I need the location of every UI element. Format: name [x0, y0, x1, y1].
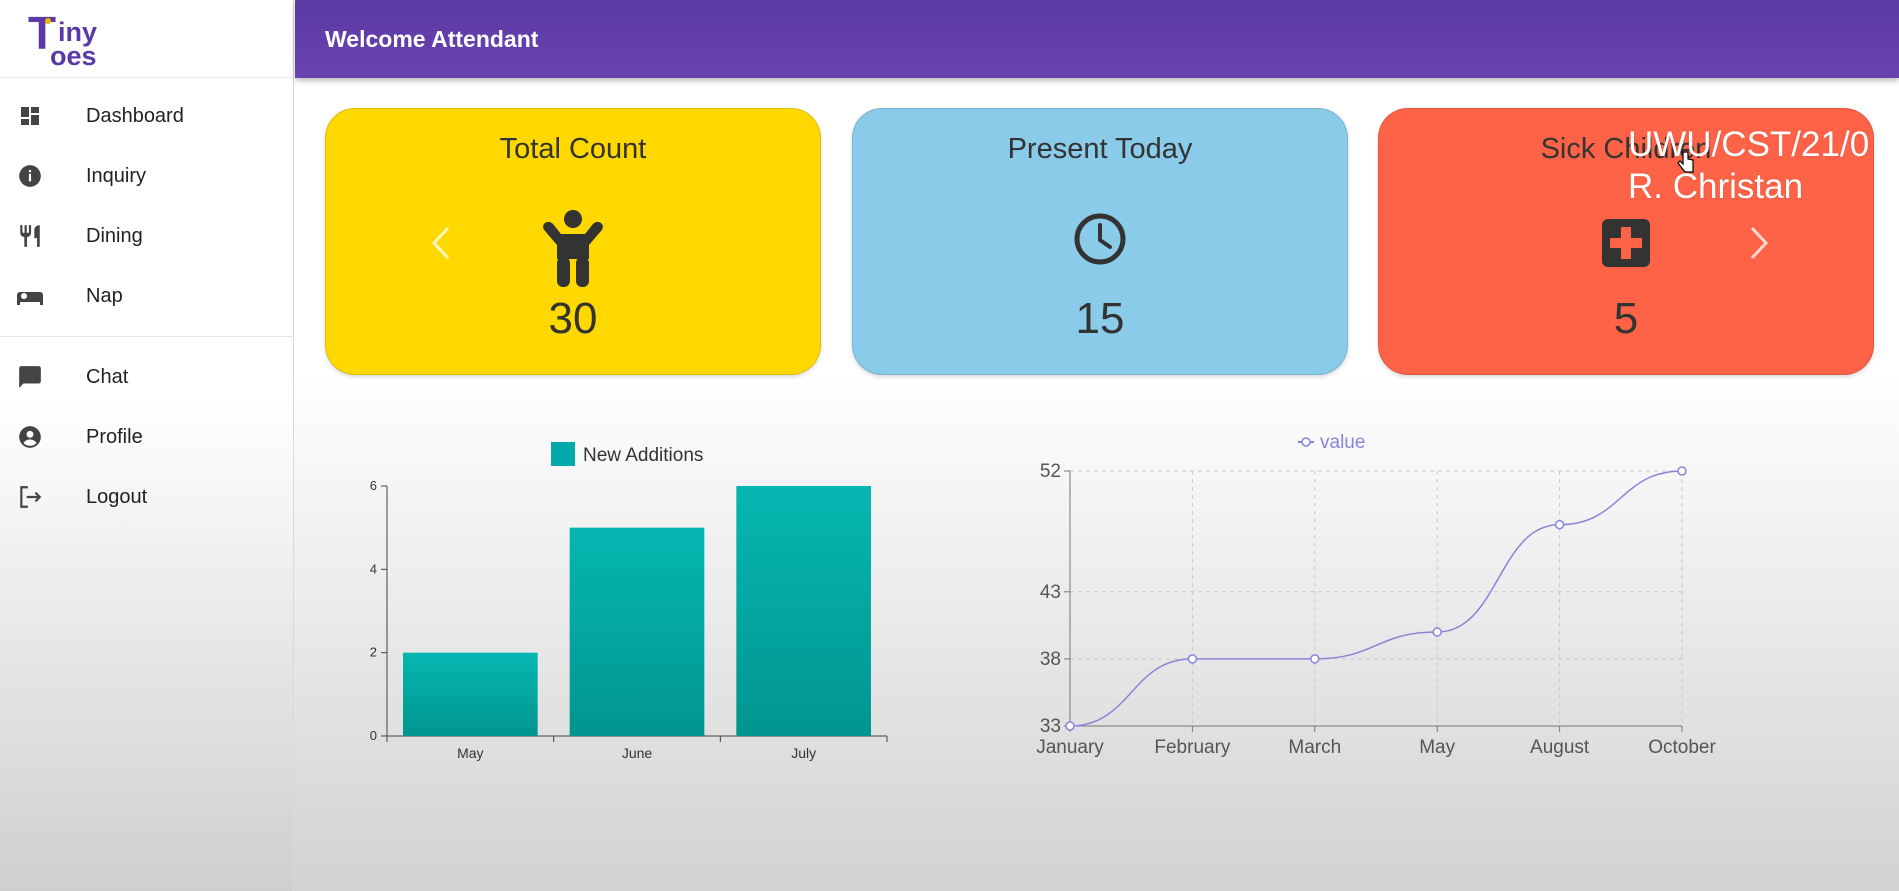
legend-label: New Additions — [583, 445, 703, 466]
student-id-overlay: UWU/CST/21/0 R. Christan — [1628, 124, 1869, 208]
y-tick-label: 38 — [1040, 649, 1061, 670]
card-title: Present Today — [1007, 133, 1193, 165]
x-tick-label: October — [1648, 737, 1716, 758]
y-tick-label: 43 — [1040, 582, 1061, 603]
y-tick-label: 0 — [370, 728, 377, 743]
y-tick-label: 33 — [1040, 716, 1061, 737]
x-tick-label: March — [1288, 737, 1341, 758]
y-tick-label: 52 — [1040, 461, 1061, 482]
child-icon — [541, 209, 605, 294]
logo[interactable]: T iny oes — [0, 0, 293, 78]
x-tick-label: August — [1530, 737, 1590, 758]
carousel-next-button[interactable] — [1748, 225, 1770, 266]
point-january[interactable] — [1065, 721, 1075, 731]
x-tick-label: June — [622, 745, 653, 761]
chevron-left-icon — [431, 226, 450, 260]
legend-label: value — [1320, 432, 1365, 453]
value-line-chart: value 33 38 43 52 January February March May Aug… — [1036, 432, 1716, 758]
sidebar-item-nap[interactable]: Nap — [0, 266, 293, 326]
page-title: Welcome Attendant — [325, 25, 539, 52]
x-tick-label: February — [1154, 737, 1231, 758]
svg-text:oes: oes — [50, 41, 97, 67]
sidebar-item-dashboard[interactable]: Dashboard — [0, 86, 293, 146]
tiny-toes-logo: T iny oes — [28, 11, 97, 67]
card-title: Total Count — [499, 133, 647, 165]
bar-june[interactable] — [569, 527, 705, 736]
clock-icon — [1073, 212, 1127, 271]
sidebar-item-label: Profile — [86, 425, 143, 448]
logout-icon — [16, 483, 44, 511]
overlay-line1: UWU/CST/21/0 — [1628, 125, 1870, 164]
nav-secondary: Chat Profile Logout — [0, 337, 293, 527]
y-tick-label: 2 — [370, 645, 377, 660]
sidebar-item-logout[interactable]: Logout — [0, 467, 293, 527]
legend-swatch — [551, 442, 575, 466]
total-count-card: Total Count 30 — [325, 108, 821, 375]
sidebar-item-label: Chat — [86, 365, 129, 388]
dashboard-icon — [16, 102, 44, 130]
point-august[interactable] — [1554, 519, 1565, 530]
sidebar-item-label: Inquiry — [86, 164, 147, 187]
sidebar-item-dining[interactable]: Dining — [0, 206, 293, 266]
x-tick-label: May — [1419, 737, 1455, 758]
chevron-right-icon — [1750, 226, 1769, 260]
nav-main: Dashboard Inquiry Dining Nap — [0, 78, 293, 337]
y-tick-label: 6 — [370, 478, 377, 493]
card-value: 5 — [1613, 294, 1639, 343]
card-value: 30 — [548, 294, 598, 343]
info-icon — [16, 162, 44, 190]
present-today-card: Present Today 15 — [852, 108, 1348, 375]
sidebar-item-label: Dining — [86, 224, 143, 247]
app-header: Welcome Attendant — [295, 0, 1899, 78]
x-tick-label: January — [1036, 737, 1104, 758]
sidebar-item-label: Logout — [86, 485, 148, 508]
point-february[interactable] — [1187, 654, 1198, 664]
medical-cross-icon — [1602, 219, 1650, 272]
bar-july[interactable] — [736, 486, 871, 736]
x-tick-label: July — [791, 745, 816, 761]
sidebar-item-label: Dashboard — [86, 104, 184, 127]
sidebar-item-label: Nap — [86, 284, 123, 307]
bed-icon — [16, 282, 44, 310]
fork-knife-icon — [16, 222, 44, 250]
account-circle-icon — [16, 423, 44, 451]
carousel-prev-button[interactable] — [430, 225, 452, 266]
sidebar-item-profile[interactable]: Profile — [0, 407, 293, 467]
card-value: 15 — [1075, 294, 1125, 343]
chat-icon — [16, 363, 44, 391]
point-may[interactable] — [1432, 627, 1442, 637]
new-additions-bar-chart: New Additions 0 2 4 6 May June July — [370, 442, 888, 761]
point-october[interactable] — [1677, 466, 1687, 476]
legend-marker — [1301, 437, 1311, 447]
y-tick-label: 4 — [370, 561, 377, 576]
overlay-line2: R. Christan — [1628, 167, 1804, 206]
hand-cursor-icon — [1677, 150, 1695, 179]
x-tick-label: May — [457, 745, 483, 761]
sidebar-item-inquiry[interactable]: Inquiry — [0, 146, 293, 206]
bar-may[interactable] — [403, 652, 538, 736]
sidebar: T iny oes Dashboard Inquiry Dining Nap C… — [0, 0, 294, 891]
point-march[interactable] — [1310, 654, 1320, 664]
series-line-value — [1069, 470, 1683, 727]
sidebar-item-chat[interactable]: Chat — [0, 347, 293, 407]
